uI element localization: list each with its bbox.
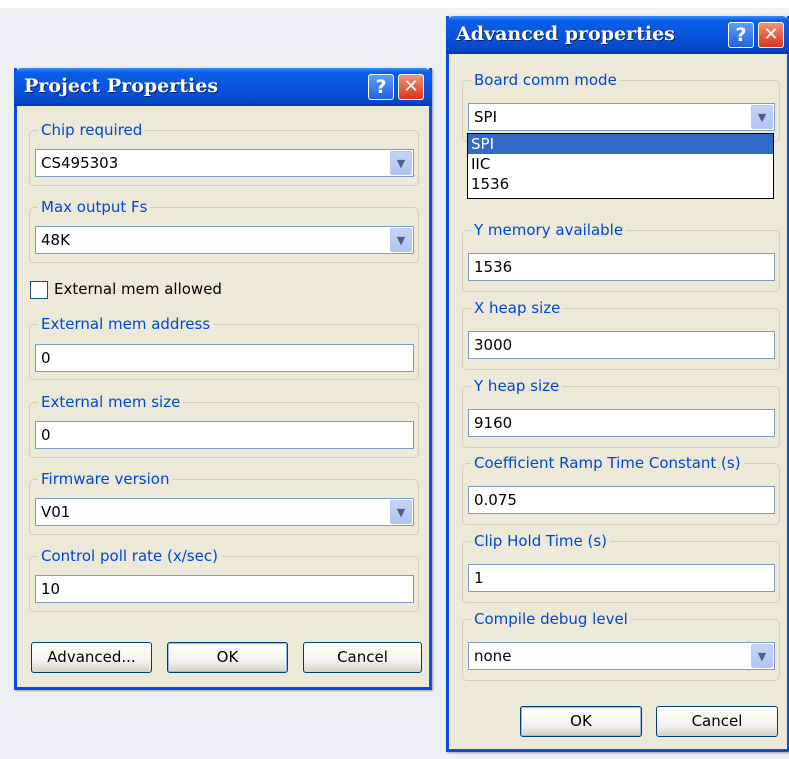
external-mem-address-label: External mem address: [38, 314, 214, 334]
x-heap-size-group: X heap size 3000: [462, 298, 780, 370]
chevron-down-icon[interactable]: ▼: [390, 151, 412, 175]
close-button[interactable]: ✕: [398, 74, 424, 100]
ok-button[interactable]: OK: [520, 706, 642, 737]
dropdown-option-iic[interactable]: IIC: [468, 154, 773, 174]
max-output-fs-value: 48K: [41, 231, 70, 249]
control-poll-rate-group: Control poll rate (x/sec) 10: [29, 546, 419, 612]
cancel-button[interactable]: Cancel: [303, 642, 422, 673]
chevron-down-icon[interactable]: ▼: [751, 105, 773, 129]
firmware-version-group: Firmware version V01 ▼: [29, 469, 419, 535]
y-memory-available-label: Y memory available: [471, 220, 627, 240]
chip-required-group: Chip required CS495303 ▼: [29, 120, 419, 186]
chevron-down-icon[interactable]: ▼: [390, 228, 412, 252]
help-button[interactable]: ?: [728, 22, 754, 48]
title-bar[interactable]: Project Properties ? ✕: [14, 68, 432, 106]
compile-debug-level-label: Compile debug level: [471, 609, 631, 629]
firmware-version-label: Firmware version: [38, 469, 173, 489]
control-poll-rate-label: Control poll rate (x/sec): [38, 546, 221, 566]
chip-required-label: Chip required: [38, 120, 146, 140]
external-mem-allowed-label: External mem allowed: [54, 280, 222, 298]
help-button[interactable]: ?: [368, 74, 394, 100]
y-memory-available-group: Y memory available 1536: [462, 220, 780, 292]
compile-debug-level-group: Compile debug level none ▼: [462, 609, 780, 681]
ok-button[interactable]: OK: [167, 642, 288, 673]
y-memory-available-input[interactable]: 1536: [468, 253, 775, 281]
external-mem-allowed-row[interactable]: External mem allowed: [30, 280, 330, 301]
external-mem-address-input[interactable]: 0: [35, 344, 414, 372]
external-mem-address-group: External mem address 0: [29, 314, 419, 380]
title-bar[interactable]: Advanced properties ? ✕: [446, 16, 789, 54]
cancel-button[interactable]: Cancel: [656, 706, 778, 737]
window-title: Advanced properties: [456, 23, 675, 45]
x-heap-size-label: X heap size: [471, 298, 564, 318]
clip-hold-time-input[interactable]: 1: [468, 564, 775, 592]
x-heap-size-input[interactable]: 3000: [468, 331, 775, 359]
external-mem-size-group: External mem size 0: [29, 392, 419, 458]
close-button[interactable]: ✕: [758, 22, 784, 48]
control-poll-rate-input[interactable]: 10: [35, 575, 414, 603]
advanced-button[interactable]: Advanced...: [31, 642, 152, 673]
firmware-version-value: V01: [41, 503, 71, 521]
max-output-fs-group: Max output Fs 48K ▼: [29, 197, 419, 263]
y-heap-size-input[interactable]: 9160: [468, 409, 775, 437]
max-output-fs-label: Max output Fs: [38, 197, 151, 217]
board-comm-mode-dropdown-list: SPI IIC 1536: [467, 133, 774, 199]
external-mem-size-label: External mem size: [38, 392, 184, 412]
dropdown-option-spi[interactable]: SPI: [468, 134, 773, 154]
max-output-fs-select[interactable]: 48K ▼: [35, 226, 414, 254]
compile-debug-level-select[interactable]: none ▼: [468, 642, 775, 670]
external-mem-allowed-checkbox[interactable]: [30, 281, 48, 299]
y-heap-size-group: Y heap size 9160: [462, 376, 780, 448]
project-properties-dialog: Project Properties ? ✕ Chip required CS4…: [14, 68, 432, 690]
board-comm-mode-select[interactable]: SPI ▼: [468, 103, 775, 131]
coefficient-ramp-time-input[interactable]: 0.075: [468, 486, 775, 514]
board-comm-mode-label: Board comm mode: [471, 70, 620, 90]
clip-hold-time-group: Clip Hold Time (s) 1: [462, 531, 780, 603]
coefficient-ramp-time-group: Coefficient Ramp Time Constant (s) 0.075: [462, 453, 780, 525]
y-heap-size-label: Y heap size: [471, 376, 563, 396]
chevron-down-icon[interactable]: ▼: [751, 644, 773, 668]
chip-required-select[interactable]: CS495303 ▼: [35, 149, 414, 177]
external-mem-size-input[interactable]: 0: [35, 421, 414, 449]
dropdown-option-1536[interactable]: 1536: [468, 174, 773, 194]
chip-required-value: CS495303: [41, 154, 119, 172]
chevron-down-icon[interactable]: ▼: [390, 500, 412, 524]
window-title: Project Properties: [24, 75, 219, 97]
clip-hold-time-label: Clip Hold Time (s): [471, 531, 611, 551]
coefficient-ramp-time-label: Coefficient Ramp Time Constant (s): [471, 453, 744, 473]
advanced-properties-dialog: Advanced properties ? ✕ Board comm mode …: [446, 16, 789, 752]
board-comm-mode-value: SPI: [474, 108, 497, 126]
compile-debug-level-value: none: [474, 647, 512, 665]
firmware-version-select[interactable]: V01 ▼: [35, 498, 414, 526]
